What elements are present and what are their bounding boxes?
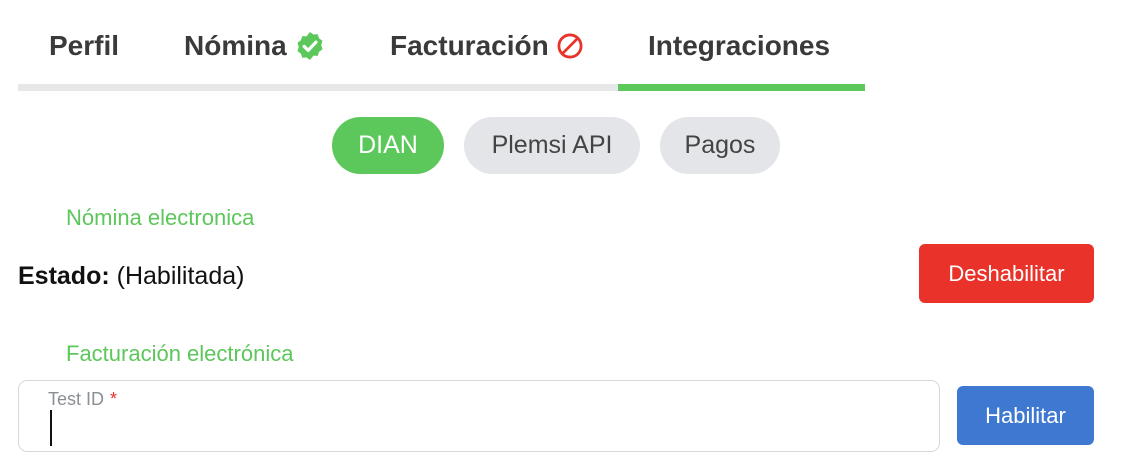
tab-nomina[interactable]: Nómina	[184, 26, 326, 66]
verified-check-icon	[294, 30, 326, 62]
tab-integraciones-label: Integraciones	[648, 30, 831, 61]
tabs-underline-track	[18, 84, 618, 91]
subtab-dian-label: DIAN	[358, 131, 418, 159]
tabs-active-indicator	[618, 84, 865, 91]
subtab-dian[interactable]: DIAN	[332, 117, 444, 174]
test-id-input[interactable]	[47, 409, 907, 445]
nomina-section-title: Nómina electronica	[66, 205, 255, 230]
nomina-status: Estado: (Habilitada)	[18, 262, 244, 291]
tab-facturacion[interactable]: Facturación	[390, 26, 584, 66]
tab-integraciones[interactable]: Integraciones	[648, 26, 830, 66]
main-tabs: Perfil Nómina Facturación Integraciones	[18, 0, 865, 91]
tab-facturacion-label: Facturación	[390, 30, 549, 61]
subtab-pagos-label: Pagos	[684, 131, 756, 159]
required-marker: *	[110, 389, 118, 409]
subtab-plemsi-api-label: Plemsi API	[491, 131, 613, 159]
test-id-label: Test ID *	[48, 389, 117, 410]
subtab-pagos[interactable]: Pagos	[660, 117, 780, 174]
facturacion-section-title: Facturación electrónica	[66, 341, 294, 366]
tab-perfil[interactable]: Perfil	[49, 26, 119, 66]
enable-button[interactable]: Habilitar	[957, 386, 1094, 445]
integrations-page: Perfil Nómina Facturación Integraciones	[0, 0, 1132, 470]
subtab-plemsi-api[interactable]: Plemsi API	[464, 117, 640, 174]
prohibited-icon	[556, 32, 584, 60]
disable-button-label: Deshabilitar	[948, 260, 1065, 286]
tab-nomina-label: Nómina	[184, 30, 287, 61]
test-id-field[interactable]: Test ID *	[18, 380, 940, 452]
tab-perfil-label: Perfil	[49, 30, 120, 61]
enable-button-label: Habilitar	[985, 402, 1066, 428]
disable-button[interactable]: Deshabilitar	[919, 244, 1094, 303]
text-caret	[50, 410, 52, 446]
status-key: Estado:	[18, 262, 110, 290]
status-value: (Habilitada)	[116, 262, 245, 290]
test-id-label-text: Test ID	[48, 389, 105, 409]
